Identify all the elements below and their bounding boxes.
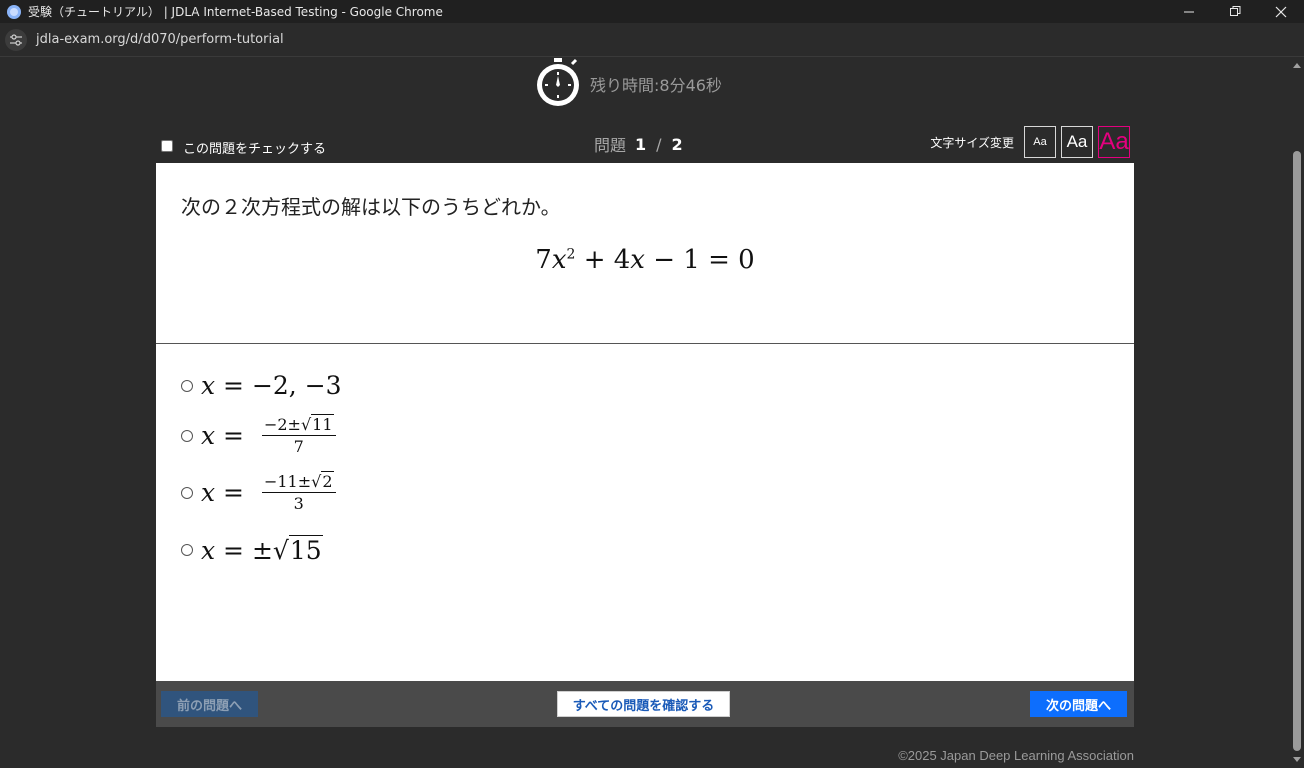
choice-var: x	[201, 371, 216, 400]
choice-eq: =	[215, 421, 252, 450]
font-size-label: 文字サイズ変更	[930, 135, 1014, 150]
choice-3[interactable]: x = −11±√2 3	[181, 471, 336, 513]
choice-3-math: x = −11±√2 3	[201, 471, 336, 513]
eq-var2: x	[630, 245, 645, 275]
eq-coef: 7	[535, 245, 552, 275]
review-all-button[interactable]: すべての問題を確認する	[557, 691, 730, 717]
window-title-bar: 受験（チュートリアル） | JDLA Internet-Based Testin…	[0, 0, 1304, 23]
fraction-denominator: 7	[293, 437, 304, 456]
choice-var: x	[201, 421, 216, 450]
choice-2[interactable]: x = −2±√11 7	[181, 414, 336, 456]
site-info-icon[interactable]	[5, 28, 27, 51]
window-controls	[1166, 0, 1304, 23]
question-equation: 7x2 + 4x − 1 = 0	[156, 245, 1134, 275]
page-scrollbar[interactable]	[1290, 58, 1304, 768]
choice-pm: ±	[251, 535, 273, 565]
question-panel: 次の２次方程式の解は以下のうちどれか。 7x2 + 4x − 1 = 0 x =…	[156, 163, 1134, 681]
eq-tail: − 1 = 0	[644, 245, 755, 275]
choice-eq: =	[215, 478, 252, 507]
choice-eq: =	[215, 371, 252, 400]
prev-question-button[interactable]: 前の問題へ	[161, 691, 258, 717]
font-size-medium-button[interactable]: Aa	[1061, 126, 1093, 158]
eq-rest: + 4	[575, 245, 631, 275]
font-size-large-button[interactable]: Aa	[1098, 126, 1130, 158]
sqrt-term: 2	[321, 471, 334, 491]
check-question-label[interactable]: この問題をチェックする	[183, 138, 326, 157]
fraction-numerator: −11±	[263, 472, 312, 491]
choice-expr: −2, −3	[251, 371, 342, 400]
choice-3-radio[interactable]	[181, 486, 193, 499]
question-counter-separator: /	[656, 134, 662, 154]
question-toolbar: この問題をチェックする 問題 1 / 2 文字サイズ変更 Aa Aa Aa	[156, 126, 1134, 162]
choice-var: x	[201, 478, 216, 507]
choice-4-radio[interactable]	[181, 544, 193, 556]
minimize-icon[interactable]	[1166, 0, 1212, 23]
address-bar: jdla-exam.org/d/d070/perform-tutorial	[0, 23, 1304, 57]
globe-icon	[7, 4, 21, 19]
stopwatch-icon	[537, 58, 579, 106]
divider	[156, 343, 1134, 344]
choice-1[interactable]: x = −2, −3	[181, 371, 342, 400]
url-text[interactable]: jdla-exam.org/d/d070/perform-tutorial	[36, 32, 284, 47]
font-size-control: 文字サイズ変更 Aa Aa Aa	[930, 126, 1130, 158]
next-question-button[interactable]: 次の問題へ	[1030, 691, 1127, 717]
choice-3-fraction: −11±√2 3	[261, 471, 336, 513]
eq-var: x	[551, 245, 567, 275]
check-question-checkbox[interactable]	[161, 139, 173, 152]
question-total: 2	[671, 134, 683, 154]
scrollbar-thumb[interactable]	[1293, 151, 1301, 751]
question-counter-label: 問題	[594, 136, 627, 155]
choice-1-math: x = −2, −3	[201, 371, 342, 400]
time-remaining: 残り時間:8分46秒	[590, 76, 722, 95]
choice-4-math: x = ± √ 15	[201, 535, 323, 565]
navigation-footer: 前の問題へ すべての問題を確認する 次の問題へ	[156, 681, 1134, 727]
choice-var: x	[201, 535, 216, 565]
page-content: 残り時間:8分46秒 この問題をチェックする 問題 1 / 2 文字サイズ変更 …	[0, 58, 1290, 768]
scroll-down-icon[interactable]	[1293, 757, 1301, 762]
sqrt-term: 11	[311, 414, 334, 434]
choice-2-math: x = −2±√11 7	[201, 414, 336, 456]
check-question[interactable]: この問題をチェックする	[161, 134, 326, 157]
restore-icon[interactable]	[1212, 0, 1258, 23]
scroll-up-icon[interactable]	[1293, 63, 1301, 68]
question-counter: 問題 1 / 2	[594, 132, 683, 156]
font-size-small-button[interactable]: Aa	[1024, 126, 1056, 158]
choice-2-fraction: −2±√11 7	[261, 414, 336, 456]
choice-eq: =	[215, 535, 252, 565]
question-text: 次の２次方程式の解は以下のうちどれか。	[181, 195, 561, 219]
fraction-numerator: −2±	[263, 415, 301, 434]
timer: 残り時間:8分46秒	[535, 58, 722, 108]
fraction-denominator: 3	[293, 494, 304, 513]
question-current: 1	[635, 134, 647, 154]
sqrt-term: 15	[288, 535, 323, 565]
copyright-text: ©2025 Japan Deep Learning Association	[898, 748, 1134, 763]
choice-1-radio[interactable]	[181, 379, 193, 392]
window-title: 受験（チュートリアル） | JDLA Internet-Based Testin…	[28, 5, 443, 19]
choice-4[interactable]: x = ± √ 15	[181, 535, 323, 565]
choice-2-radio[interactable]	[181, 429, 193, 442]
close-icon[interactable]	[1258, 0, 1304, 23]
